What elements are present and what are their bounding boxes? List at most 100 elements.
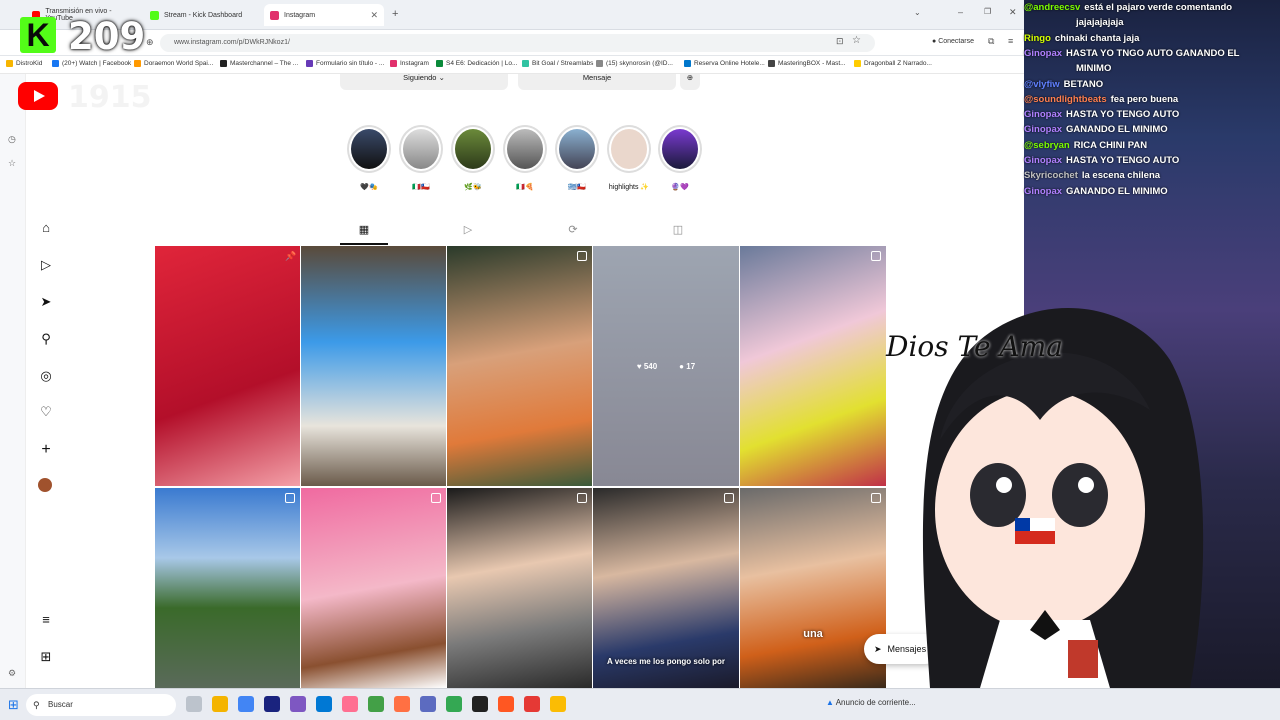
chat-username: Ginopax (1024, 47, 1063, 59)
highlight-cover (351, 129, 387, 169)
story-highlight[interactable]: 🇮🇹🍕 (503, 125, 547, 191)
post-thumbnail[interactable]: A veces me los pongo solo por (593, 488, 739, 688)
tab-instagram[interactable]: Instagram ✕ (264, 4, 384, 26)
favorites-icon[interactable]: ☆ (8, 158, 16, 169)
screenshot-icon[interactable]: ⊡ (836, 36, 844, 47)
post-thumbnail[interactable] (447, 246, 592, 486)
app-yellow-icon[interactable] (550, 696, 566, 712)
edge-icon[interactable] (316, 696, 332, 712)
firefox-icon[interactable] (394, 696, 410, 712)
bookmark-item[interactable]: S4 E6: Dedicación | Lo... (436, 60, 517, 67)
more-menu-icon[interactable]: ≡ (38, 612, 54, 628)
windows-taskbar: ⊞ ⚲ Buscar ▲ Anuncio de corriente... (0, 688, 1280, 720)
chrome-icon[interactable] (446, 696, 462, 712)
profile-avatar[interactable] (38, 478, 52, 492)
bookmark-item[interactable]: Doraemon World Spai... (134, 60, 213, 67)
post-thumbnail[interactable] (301, 488, 446, 688)
copilot-icon[interactable] (238, 696, 254, 712)
chat-username: @andreecsv (1024, 2, 1081, 13)
create-plus-icon[interactable]: + (38, 442, 54, 458)
explore-icon[interactable]: ◎ (38, 368, 54, 384)
story-highlight[interactable]: 🔮💜 (658, 125, 702, 191)
maximize-icon[interactable]: ❐ (984, 7, 991, 16)
close-window-icon[interactable]: ✕ (1009, 7, 1017, 18)
bookmark-item[interactable]: Bit Goal / Streamlabs (522, 60, 593, 67)
tab-posts-grid-icon[interactable]: ▦ (357, 223, 371, 237)
tab-kick-dashboard[interactable]: Stream - Kick Dashboard (144, 4, 252, 26)
send-icon[interactable]: ➤ (38, 294, 54, 310)
tab-reposts-icon[interactable]: ⟳ (566, 223, 580, 237)
url-input[interactable]: www.instagram.com/p/DWkRJNkoz1/ (160, 34, 875, 52)
kick-favicon-icon (150, 10, 159, 20)
bookmark-item[interactable]: Instagram (390, 60, 429, 67)
bookmark-item[interactable]: Dragonball Z Narrado... (854, 60, 932, 67)
bookmark-item[interactable]: (20+) Watch | Facebook (52, 60, 131, 67)
obs-icon[interactable] (472, 696, 488, 712)
bookmark-item[interactable]: Reserva Online Hotele... (684, 60, 765, 67)
story-highlight[interactable]: 🇮🇹🇨🇱 (399, 125, 443, 191)
highlight-cover (507, 129, 543, 169)
chat-message: @sebryan RICA CHINI PAN (1024, 140, 1147, 151)
app-orange-icon[interactable] (498, 696, 514, 712)
chat-username: Ginopax (1024, 124, 1063, 136)
post-thumbnail[interactable] (301, 246, 446, 486)
story-highlight[interactable]: 🇬🇷🇨🇱 (555, 125, 599, 191)
opera-icon[interactable] (524, 696, 540, 712)
app-v-icon[interactable] (264, 696, 280, 712)
story-highlight[interactable]: highlights ✨ (607, 125, 651, 191)
post-thumbnail[interactable] (155, 488, 300, 688)
history-icon[interactable]: ◷ (8, 134, 16, 145)
home-icon[interactable]: ⌂ (38, 220, 54, 236)
following-button[interactable]: Siguiendo ⌄ (340, 74, 508, 90)
windows-start-icon[interactable]: ⊞ (8, 697, 19, 713)
tab-reels-icon[interactable]: ▷ (461, 223, 475, 237)
tab-list-icon[interactable]: ⌄ (914, 8, 921, 17)
reel-icon (871, 493, 881, 503)
bookmark-item[interactable]: MasteringBOX - Mast... (768, 60, 846, 67)
task-view-icon[interactable] (186, 696, 202, 712)
chat-username: Ginopax (1024, 155, 1063, 166)
chat-username: @sebryan (1024, 139, 1070, 151)
tab-label: Instagram (284, 11, 316, 19)
app-pink-icon[interactable] (342, 696, 358, 712)
extensions-icon[interactable]: ⧉ (988, 36, 994, 47)
chat-text: RICA CHINI PAN (1073, 139, 1148, 151)
bookmark-item[interactable]: DistroKid (6, 60, 42, 67)
reel-icon (431, 493, 441, 503)
bookmark-item[interactable]: (15) skynorosin (@ID... (596, 60, 673, 67)
send-icon: ➤ (874, 643, 882, 654)
close-tab-icon[interactable]: ✕ (370, 10, 378, 21)
taskbar-search-input[interactable]: ⚲ Buscar (26, 694, 176, 716)
menu-icon[interactable]: ≡ (1008, 36, 1013, 46)
app-green-icon[interactable] (368, 696, 384, 712)
post-thumbnail[interactable] (447, 488, 592, 688)
connect-button[interactable]: ● Conectarse (932, 38, 974, 45)
threads-icon[interactable]: ⊞ (38, 649, 54, 665)
file-explorer-icon[interactable] (212, 696, 228, 712)
site-info-icon[interactable]: ⊕ (146, 37, 154, 48)
chat-message: @vlyfiw BETANO (1024, 79, 1103, 90)
message-button[interactable]: Mensaje (518, 74, 676, 90)
suggest-user-button[interactable]: ⊕ (680, 74, 700, 90)
story-highlight[interactable]: 🌿🐝 (451, 125, 495, 191)
notifications-heart-icon[interactable]: ♡ (38, 404, 54, 420)
reels-icon[interactable]: ▷ (38, 257, 54, 273)
search-icon[interactable]: ⚲ (38, 331, 54, 347)
bookmark-star-icon[interactable]: ☆ (852, 35, 861, 46)
settings-gear-icon[interactable]: ⚙ (8, 668, 16, 679)
bookmark-item[interactable]: Formulario sin título - ... (306, 60, 384, 67)
instagram-sidebar: ⌂ ▷ ➤ ⚲ ◎ ♡ + ≡ ⊞ (26, 74, 156, 688)
post-thumbnail-hovered[interactable]: ♥ 540 ● 17 (593, 246, 739, 486)
tab-tagged-icon[interactable]: ◫ (671, 223, 685, 237)
bookmark-item[interactable]: Masterchannel – The ... (220, 60, 298, 67)
post-thumbnail[interactable] (740, 246, 886, 486)
app-vi-icon[interactable] (420, 696, 436, 712)
taskbar-notification[interactable]: ▲ Anuncio de corriente... (826, 698, 916, 707)
app-purple-icon[interactable] (290, 696, 306, 712)
story-highlight[interactable]: 🖤🎭 (347, 125, 391, 191)
new-tab-icon[interactable]: + (392, 8, 398, 20)
chat-message: jajajajajaja (1072, 17, 1124, 28)
post-thumbnail[interactable]: una (740, 488, 886, 688)
post-thumbnail[interactable]: 📌 (155, 246, 300, 486)
minimize-icon[interactable]: – (958, 7, 963, 17)
